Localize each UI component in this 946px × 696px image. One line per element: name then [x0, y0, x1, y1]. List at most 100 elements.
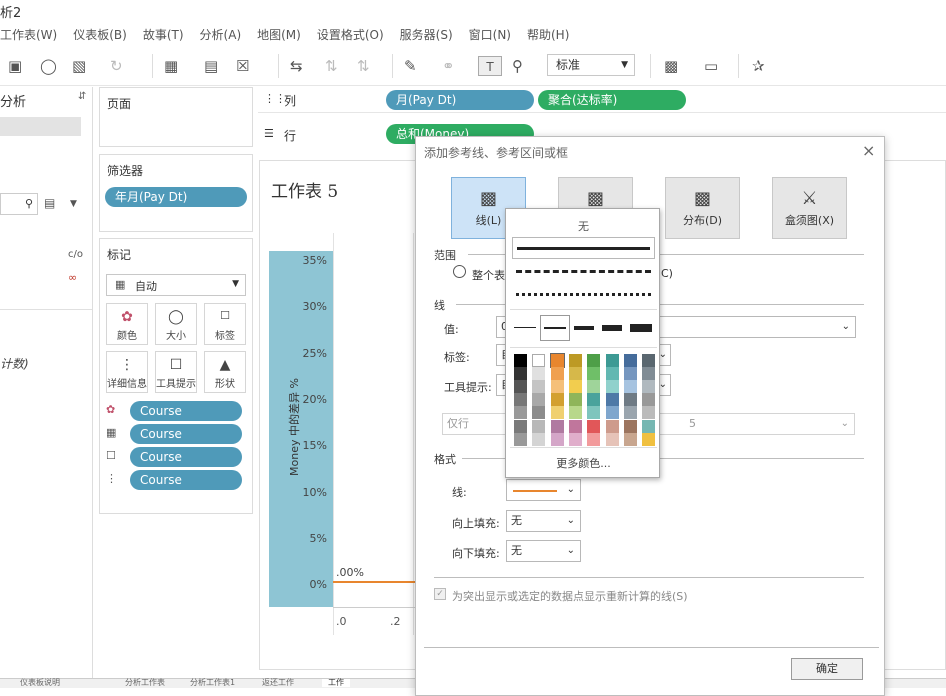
sheet-tab[interactable]: 返还工作 [262, 679, 294, 687]
color-swatch[interactable] [550, 393, 564, 406]
refresh-icon[interactable]: ↻ [110, 56, 123, 76]
solid-line-option[interactable] [512, 237, 655, 259]
fit-dropdown[interactable]: 标准 ▼ [547, 54, 635, 76]
sheet-tab-active[interactable]: 工作 [322, 679, 350, 687]
new-datasource-icon[interactable]: ◯ [40, 56, 57, 76]
color-swatch[interactable] [642, 393, 656, 406]
color-swatch[interactable] [587, 354, 601, 367]
color-swatch[interactable] [568, 420, 582, 433]
menu-map[interactable]: 地图(M) [257, 26, 301, 43]
color-swatch[interactable] [642, 354, 656, 367]
duplicate-sheet-icon[interactable]: ▤ [204, 56, 218, 76]
share-icon[interactable]: ✰ [752, 56, 765, 76]
reference-line[interactable] [333, 581, 423, 583]
color-swatch[interactable] [550, 406, 564, 419]
format-line-dropdown[interactable]: ⌄ [506, 479, 581, 501]
color-swatch[interactable] [605, 393, 619, 406]
color-swatch[interactable] [605, 367, 619, 380]
course-pill[interactable]: Course [130, 447, 242, 467]
color-swatch[interactable] [568, 367, 582, 380]
color-swatch[interactable] [532, 354, 546, 367]
color-swatch[interactable] [587, 393, 601, 406]
color-swatch[interactable] [605, 420, 619, 433]
type-boxplot-button[interactable]: ⚔ 盒须图(X) [772, 177, 847, 239]
color-swatch[interactable] [550, 380, 564, 393]
list-view-icon[interactable]: ▤ [44, 196, 55, 210]
color-swatch[interactable] [587, 420, 601, 433]
menu-analysis[interactable]: 分析(A) [200, 26, 242, 43]
color-swatch[interactable] [642, 380, 656, 393]
close-icon[interactable]: × [862, 141, 875, 160]
line-weight-3[interactable] [574, 326, 594, 330]
highlight-icon[interactable]: ✎ [404, 56, 417, 76]
course-pill[interactable]: Course [130, 401, 242, 421]
more-colors-link[interactable]: 更多颜色... [506, 455, 661, 471]
course-pill[interactable]: Course [130, 470, 242, 490]
color-swatch[interactable] [623, 380, 637, 393]
mark-type-dropdown[interactable]: ▦ 自动 ▼ [106, 274, 246, 296]
dotted-line-option[interactable] [516, 293, 651, 296]
color-swatch[interactable] [514, 406, 527, 419]
color-swatch[interactable] [605, 433, 619, 446]
menu-dashboard[interactable]: 仪表板(B) [73, 26, 127, 43]
color-swatch[interactable] [532, 393, 546, 406]
sort-toggle-icon[interactable]: ⇵ [78, 91, 86, 102]
line-weight-1[interactable] [514, 327, 536, 328]
tooltip-button[interactable]: ☐ 工具提示 [155, 351, 197, 393]
color-swatch[interactable] [605, 380, 619, 393]
color-swatch[interactable] [532, 420, 546, 433]
label-button[interactable]: ☐ 标签 [204, 303, 246, 345]
measure-item-label[interactable]: 计数) [0, 355, 29, 372]
color-swatch[interactable] [568, 393, 582, 406]
color-swatch[interactable] [587, 367, 601, 380]
shape-button[interactable]: ▲ 形状 [204, 351, 246, 393]
color-swatch[interactable] [532, 433, 546, 446]
menu-format[interactable]: 设置格式(O) [317, 26, 384, 43]
line-weight-4[interactable] [602, 325, 622, 331]
dashed-line-option[interactable] [516, 270, 651, 273]
type-distribution-button[interactable]: ▩ 分布(D) [665, 177, 740, 239]
save-icon[interactable]: ▣ [8, 56, 22, 76]
color-swatch[interactable] [605, 406, 619, 419]
menu-worksheet[interactable]: 工作表(W) [0, 26, 57, 43]
color-swatch[interactable] [532, 406, 546, 419]
color-swatch[interactable] [514, 380, 527, 393]
clear-sheet-icon[interactable]: ☒ [236, 56, 249, 76]
course-pill[interactable]: Course [130, 424, 242, 444]
color-swatch[interactable] [623, 354, 637, 367]
color-swatch[interactable] [514, 393, 527, 406]
color-swatch[interactable] [623, 393, 637, 406]
columns-pill-aggregate[interactable]: 聚合(达标率) [538, 90, 686, 110]
line-weight-2-selected[interactable] [540, 315, 570, 341]
show-labels-icon[interactable]: T [478, 56, 502, 76]
scope-table-radio[interactable] [453, 265, 466, 278]
fill-above-dropdown[interactable]: 无 ⌄ [506, 510, 581, 532]
size-button[interactable]: ◯ 大小 [155, 303, 197, 345]
color-swatch[interactable] [550, 367, 564, 380]
color-swatch[interactable] [642, 367, 656, 380]
menu-help[interactable]: 帮助(H) [527, 26, 569, 43]
pane-tab-highlight[interactable] [0, 117, 81, 136]
color-swatch[interactable] [532, 380, 546, 393]
sheet-tab[interactable]: 仪表板说明 [20, 679, 60, 687]
color-swatch[interactable] [514, 420, 527, 433]
marks-shape-field[interactable]: ▦ Course [106, 424, 242, 444]
recalc-checkbox[interactable]: ✓ [434, 588, 446, 600]
color-swatch[interactable] [568, 433, 582, 446]
filter-pill[interactable]: 年月(Pay Dt) [105, 187, 247, 207]
search-input[interactable]: ⚲ [0, 193, 38, 215]
swap-icon[interactable]: ⇆ [290, 56, 303, 76]
marks-color-field[interactable]: ✿ Course [106, 401, 242, 421]
marks-label-field[interactable]: ☐ Course [106, 447, 242, 467]
new-sheet-icon[interactable]: ▦ [164, 56, 178, 76]
menu-server[interactable]: 服务器(S) [400, 26, 453, 43]
pin-icon[interactable]: ⚲ [512, 56, 523, 76]
color-swatch[interactable] [623, 420, 637, 433]
color-swatch[interactable] [587, 380, 601, 393]
marks-detail-field[interactable]: ⋮ Course [106, 470, 242, 490]
color-swatch[interactable] [642, 420, 656, 433]
line-weight-5[interactable] [630, 324, 652, 332]
color-swatch[interactable] [642, 406, 656, 419]
color-swatch[interactable] [623, 406, 637, 419]
columns-pill-month[interactable]: 月(Pay Dt) [386, 90, 534, 110]
